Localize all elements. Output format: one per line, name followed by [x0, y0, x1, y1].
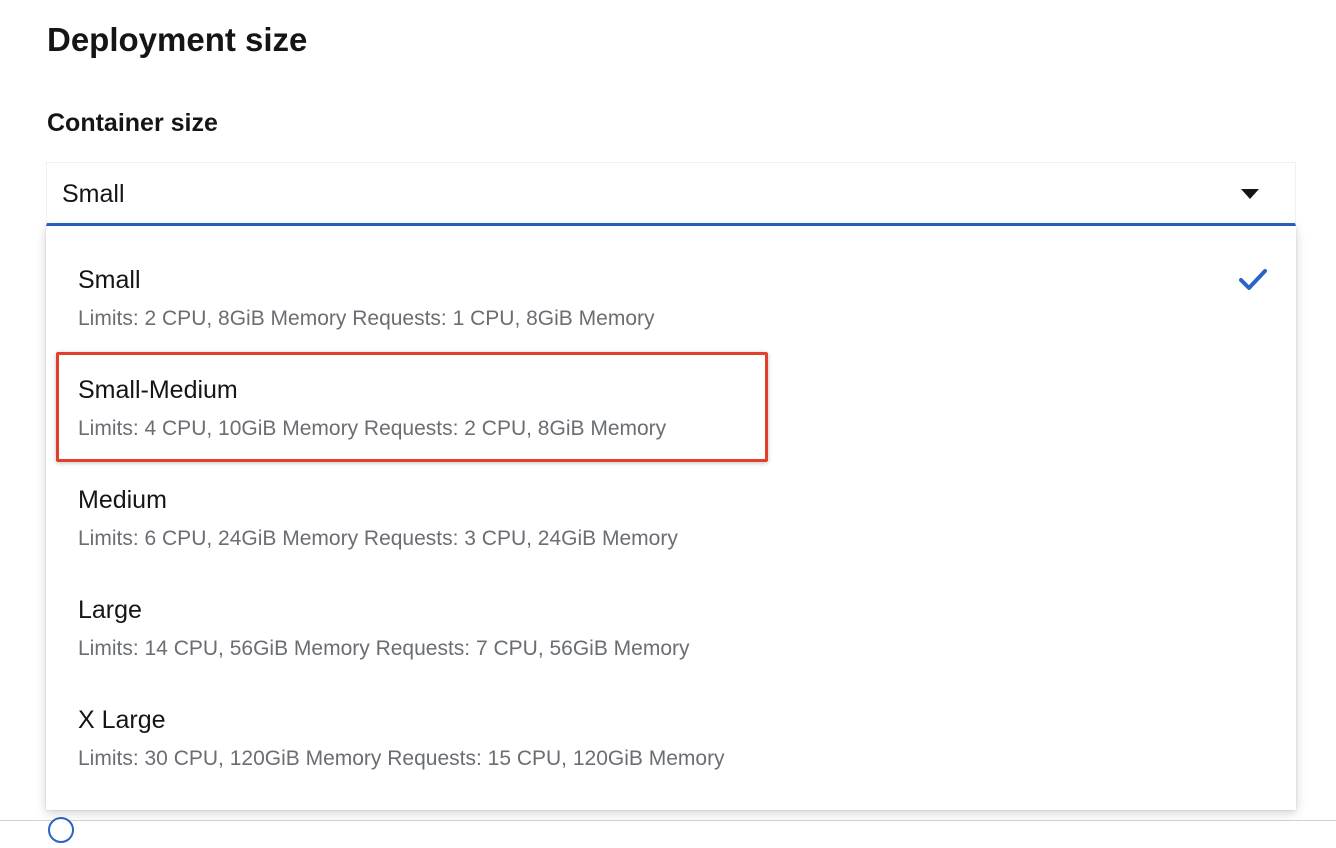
container-size-menu: Small Limits: 2 CPU, 8GiB Memory Request…: [46, 226, 1296, 810]
option-small[interactable]: Small Limits: 2 CPU, 8GiB Memory Request…: [46, 226, 1296, 336]
divider: [0, 820, 1336, 821]
option-title: Small-Medium: [78, 376, 238, 404]
container-size-label: Container size: [47, 109, 218, 137]
option-title: Medium: [78, 486, 167, 514]
option-title: X Large: [78, 706, 166, 734]
option-title: Large: [78, 596, 142, 624]
deployment-size-page: Deployment size Container size Small Sma…: [0, 0, 1336, 848]
container-size-select[interactable]: Small: [46, 162, 1296, 226]
option-large[interactable]: Large Limits: 14 CPU, 56GiB Memory Reque…: [46, 556, 1296, 666]
option-description: Limits: 6 CPU, 24GiB Memory Requests: 3 …: [78, 527, 678, 550]
underlying-content: [0, 810, 1336, 848]
radio-icon[interactable]: [48, 817, 74, 843]
option-medium[interactable]: Medium Limits: 6 CPU, 24GiB Memory Reque…: [46, 446, 1296, 556]
option-description: Limits: 30 CPU, 120GiB Memory Requests: …: [78, 747, 725, 770]
select-current-value: Small: [62, 180, 125, 208]
option-title: Small: [78, 266, 141, 294]
check-icon: [1239, 269, 1267, 290]
option-description: Limits: 4 CPU, 10GiB Memory Requests: 2 …: [78, 417, 667, 440]
option-small-medium[interactable]: Small-Medium Limits: 4 CPU, 10GiB Memory…: [46, 336, 1296, 446]
option-description: Limits: 14 CPU, 56GiB Memory Requests: 7…: [78, 637, 690, 660]
caret-down-icon: [1241, 189, 1259, 199]
option-x-large[interactable]: X Large Limits: 30 CPU, 120GiB Memory Re…: [46, 666, 1296, 776]
section-title: Deployment size: [47, 21, 308, 58]
option-description: Limits: 2 CPU, 8GiB Memory Requests: 1 C…: [78, 307, 655, 330]
